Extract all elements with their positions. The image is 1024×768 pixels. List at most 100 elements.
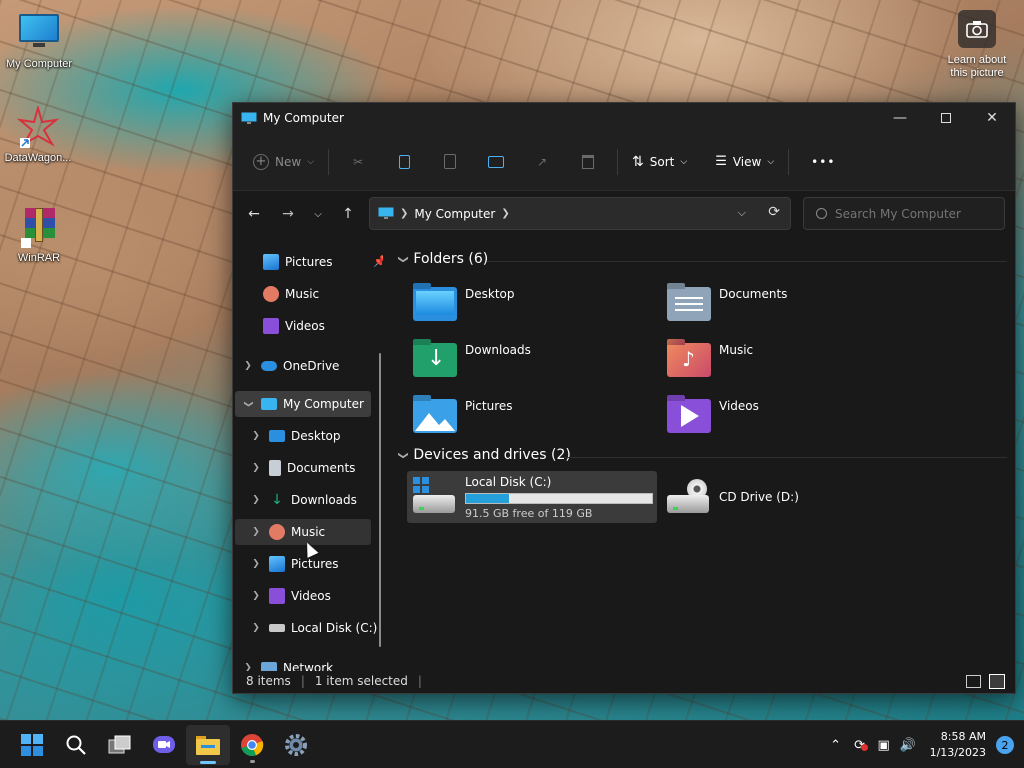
up-arrow-icon[interactable]: ↑ xyxy=(333,199,363,229)
drives-group-header[interactable]: ❯ Devices and drives (2) xyxy=(397,447,571,463)
drive-usage-bar xyxy=(465,492,653,504)
close-button[interactable]: ✕ xyxy=(969,103,1015,133)
sidebar-item-my-computer[interactable]: ❯ My Computer xyxy=(235,391,371,417)
speaker-icon[interactable]: 🔊 xyxy=(896,738,920,753)
maximize-button[interactable] xyxy=(923,103,969,133)
share-icon[interactable]: ↗ xyxy=(525,145,559,179)
paste-icon[interactable] xyxy=(433,145,467,179)
learn-about-picture[interactable]: Learn about this picture xyxy=(938,10,1016,80)
folder-pictures[interactable]: Pictures xyxy=(413,399,513,433)
network-monitor-icon[interactable]: ▣ xyxy=(872,738,896,753)
chat-button[interactable] xyxy=(142,725,186,765)
search-input[interactable] xyxy=(835,206,985,221)
sidebar-item-label: Downloads xyxy=(291,493,357,507)
sidebar-item-onedrive[interactable]: ❯ OneDrive xyxy=(241,353,371,379)
file-explorer-taskbar-button[interactable] xyxy=(186,724,230,765)
folder-label: Downloads xyxy=(465,343,531,357)
videos-icon xyxy=(269,588,285,604)
cut-icon[interactable]: ✂ xyxy=(341,145,375,179)
expand-chevron-icon[interactable]: ❯ xyxy=(249,495,263,505)
address-history-chevron-icon[interactable]: ⌵ xyxy=(738,206,746,220)
drive-label: CD Drive (D:) xyxy=(719,490,799,504)
folder-label: Music xyxy=(719,343,754,357)
collapse-chevron-icon[interactable]: ❯ xyxy=(243,397,253,411)
more-options-button[interactable]: ••• xyxy=(803,145,843,179)
sidebar-item-pictures-quick[interactable]: Pictures 📌 xyxy=(257,249,383,275)
drive-cd-d[interactable]: CD Drive (D:) xyxy=(667,471,867,523)
sidebar-item-music-quick[interactable]: Music xyxy=(257,281,383,307)
address-bar[interactable]: ❯ My Computer ❯ ⌵ ⟳ xyxy=(369,197,791,230)
sync-icon[interactable]: ⟳ xyxy=(848,738,872,753)
back-arrow-icon[interactable]: ← xyxy=(239,199,269,229)
documents-folder-icon xyxy=(667,287,711,321)
sidebar-scrollbar[interactable] xyxy=(379,353,381,647)
breadcrumb-chevron-icon: ❯ xyxy=(501,208,510,219)
pin-icon[interactable]: 📌 xyxy=(373,255,383,268)
clock-time: 8:58 AM xyxy=(940,730,986,743)
music-icon xyxy=(269,524,285,540)
search-box[interactable] xyxy=(803,197,1005,230)
folder-music[interactable]: ♪ Music xyxy=(667,343,753,377)
expand-chevron-icon[interactable]: ❯ xyxy=(249,623,263,633)
folder-label: Documents xyxy=(719,287,788,301)
expand-chevron-icon[interactable]: ❯ xyxy=(249,431,263,441)
learn-line-1: Learn about xyxy=(947,54,1007,66)
search-taskbar-button[interactable] xyxy=(54,725,98,765)
chevron-down-icon: ⌵ xyxy=(307,156,315,167)
breadcrumb-my-computer[interactable]: My Computer xyxy=(414,207,495,221)
sidebar-item-documents[interactable]: ❯ Documents xyxy=(249,455,371,481)
navigation-pane: Pictures 📌 Music Videos ❯ OneDrive ❯ My … xyxy=(233,239,383,671)
desktop-folder-icon xyxy=(269,430,285,442)
sidebar-item-label: Pictures xyxy=(291,557,339,571)
show-hidden-icons-chevron-icon[interactable]: ⌃ xyxy=(824,738,848,753)
chrome-taskbar-button[interactable] xyxy=(230,725,274,765)
explorer-window: My Computer — ✕ + New ⌵ ✂ ↗ ⇅ Sort ⌵ ☰ V… xyxy=(232,102,1016,694)
clock-date: 1/13/2023 xyxy=(929,746,986,759)
search-icon xyxy=(66,735,86,755)
collapse-chevron-icon: ❯ xyxy=(397,450,409,460)
delete-icon[interactable] xyxy=(571,145,605,179)
desktop-icon-datawagon[interactable]: DataWagon... xyxy=(0,104,76,164)
expand-chevron-icon[interactable]: ❯ xyxy=(249,559,263,569)
expand-chevron-icon[interactable]: ❯ xyxy=(249,527,263,537)
new-button[interactable]: + New ⌵ xyxy=(245,145,322,179)
clock[interactable]: 8:58 AM 1/13/2023 xyxy=(930,729,986,761)
expand-chevron-icon[interactable]: ❯ xyxy=(249,591,263,601)
folder-desktop[interactable]: Desktop xyxy=(413,287,515,321)
start-button[interactable] xyxy=(10,725,54,765)
folder-downloads[interactable]: ↓ Downloads xyxy=(413,343,531,377)
sidebar-item-videos-quick[interactable]: Videos xyxy=(257,313,383,339)
copy-icon[interactable] xyxy=(387,145,421,179)
refresh-icon[interactable]: ⟳ xyxy=(768,204,780,220)
view-button[interactable]: ☰ View ⌵ xyxy=(707,145,782,179)
folders-group-header[interactable]: ❯ Folders (6) xyxy=(398,251,489,267)
teams-chat-icon xyxy=(153,735,175,753)
task-view-button[interactable] xyxy=(98,725,142,765)
sidebar-item-label: OneDrive xyxy=(283,359,340,373)
expand-chevron-icon[interactable]: ❯ xyxy=(249,463,263,473)
folder-documents[interactable]: Documents xyxy=(667,287,787,321)
rename-icon[interactable] xyxy=(479,145,513,179)
minimize-button[interactable]: — xyxy=(877,103,923,133)
drive-local-disk-c[interactable]: Local Disk (C:) 91.5 GB free of 119 GB xyxy=(407,471,657,523)
sidebar-item-desktop[interactable]: ❯ Desktop xyxy=(249,423,371,449)
sidebar-item-music[interactable]: ❯ Music xyxy=(235,519,371,545)
settings-taskbar-button[interactable] xyxy=(274,725,318,765)
notification-badge[interactable]: 2 xyxy=(996,736,1014,754)
recent-locations-chevron-icon[interactable]: ⌵ xyxy=(303,199,333,229)
expand-chevron-icon[interactable]: ❯ xyxy=(241,361,255,371)
gear-icon xyxy=(285,733,307,756)
details-view-icon[interactable] xyxy=(966,675,981,688)
desktop-icon-my-computer[interactable]: My Computer xyxy=(1,12,77,70)
sort-button[interactable]: ⇅ Sort ⌵ xyxy=(624,145,695,179)
sidebar-item-downloads[interactable]: ❯ ↓ Downloads xyxy=(249,487,371,513)
desktop-icon-winrar[interactable]: WinRAR xyxy=(1,206,77,264)
sidebar-item-videos[interactable]: ❯ Videos xyxy=(249,583,371,609)
forward-arrow-icon[interactable]: → xyxy=(273,199,303,229)
camera-icon xyxy=(958,10,996,48)
folder-videos[interactable]: Videos xyxy=(667,399,759,433)
content-pane: ❯ Folders (6) Desktop Documents ↓ Downlo… xyxy=(393,241,1013,671)
large-icons-view-icon[interactable] xyxy=(989,674,1005,689)
title-bar[interactable]: My Computer — ✕ xyxy=(233,103,1015,133)
sidebar-item-local-disk[interactable]: ❯ Local Disk (C:) xyxy=(249,615,379,641)
